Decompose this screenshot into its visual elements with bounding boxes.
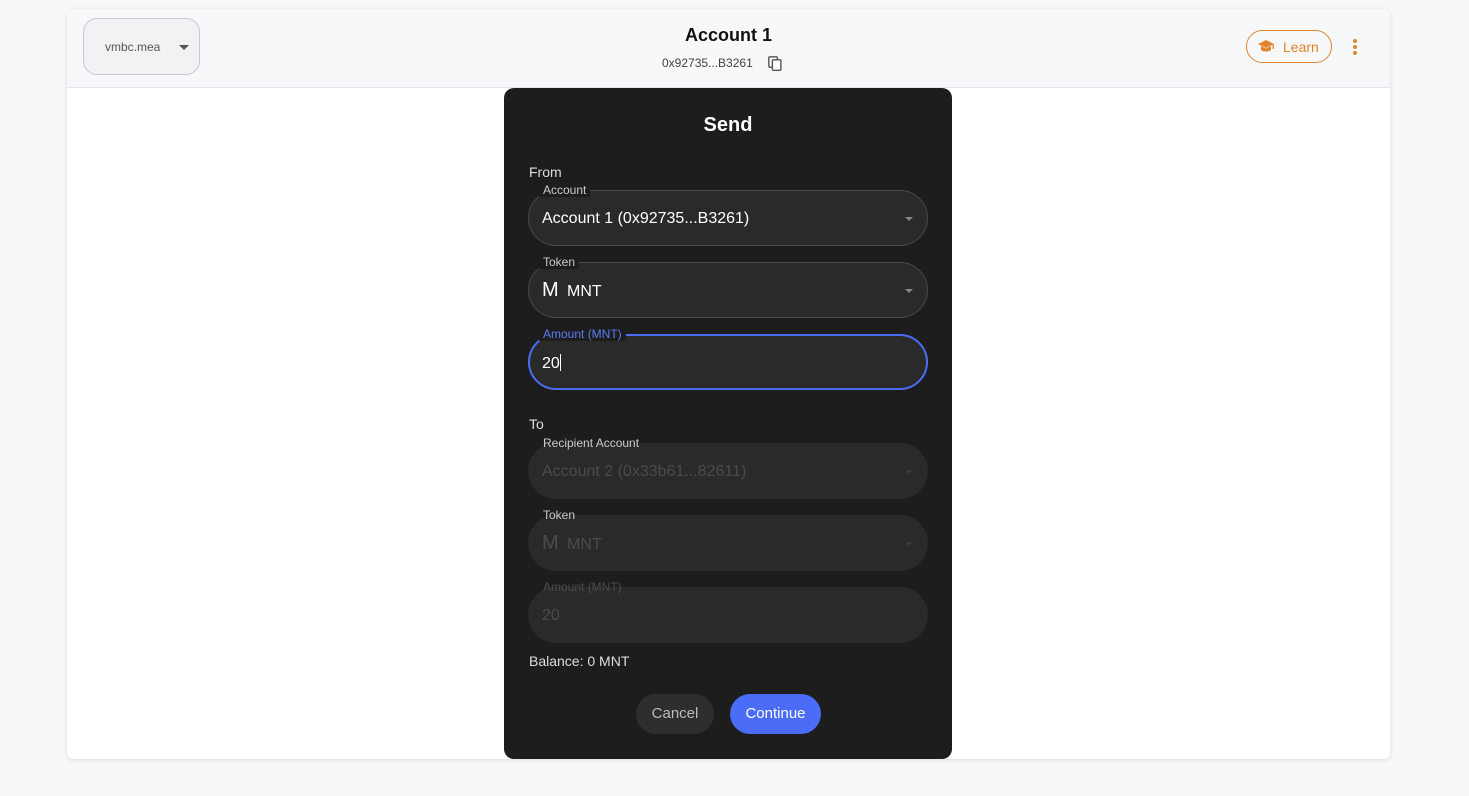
to-token-select: Token M MNT [528,508,928,571]
chevron-down-icon [905,470,913,474]
account-title: Account 1 [684,25,772,45]
from-account-select[interactable]: Account Account 1 (0x92735...B3261) [528,183,928,246]
from-token-select[interactable]: Token M MNT [528,255,928,318]
copy-icon[interactable] [768,56,782,71]
from-token-value: MNT [567,283,602,300]
continue-button[interactable]: Continue [730,694,821,734]
from-section-label: From [529,164,562,180]
to-amount-field: Amount (MNT) 20 [528,580,928,643]
text-cursor [559,354,561,371]
recipient-account-label: Recipient Account [543,436,640,450]
mnt-token-icon: M [542,532,559,554]
more-vertical-icon[interactable] [1349,37,1361,57]
recipient-account-select: Recipient Account Account 2 (0x33b61...8… [528,436,928,499]
mnt-token-icon: M [542,279,559,301]
graduation-cap-icon [1258,40,1274,52]
account-address: 0x92735...B3261 [662,56,753,70]
chevron-down-icon [905,217,913,221]
to-section-label: To [529,416,544,432]
chevron-down-icon [905,289,913,293]
amount-input[interactable]: Amount (MNT) 20 [528,327,928,390]
to-token-value: MNT [567,536,602,553]
balance-text: Balance: 0 MNT [529,653,630,669]
chevron-down-icon [905,542,913,546]
to-amount-value: 20 [542,607,560,624]
header-bar: vmbc.mea Account 1 0x92735...B3261 Learn [67,9,1390,88]
learn-button-label: Learn [1283,39,1319,55]
amount-value: 20 [542,355,560,372]
learn-button[interactable]: Learn [1246,30,1332,63]
from-token-label: Token [539,255,580,269]
from-account-label: Account [539,183,591,197]
send-dialog: Send From Account Account 1 (0x92735...B… [504,88,952,759]
from-account-value: Account 1 (0x92735...B3261) [542,210,750,227]
dialog-title: Send [703,114,753,136]
to-amount-label: Amount (MNT) [543,580,622,594]
cancel-button[interactable]: Cancel [636,694,714,734]
recipient-account-value: Account 2 (0x33b61...82611) [542,463,747,480]
to-token-label: Token [543,508,576,522]
amount-label: Amount (MNT) [539,327,626,341]
amount-value-wrap: 20 [542,354,561,373]
